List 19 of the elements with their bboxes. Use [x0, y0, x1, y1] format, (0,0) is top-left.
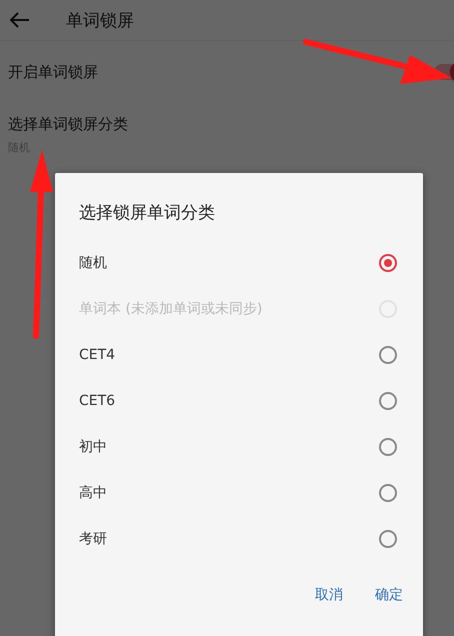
setting-label: 开启单词锁屏 — [8, 62, 98, 82]
option-label[interactable]: 初中 — [79, 438, 107, 456]
radio-button[interactable] — [379, 392, 397, 410]
option-label[interactable]: 考研 — [79, 530, 107, 548]
dialog-button[interactable]: 取消 — [305, 582, 353, 608]
option-label[interactable]: CET4 — [79, 347, 116, 363]
option-label[interactable]: CET6 — [79, 393, 116, 409]
radio-button[interactable] — [379, 530, 397, 548]
back-icon[interactable] — [10, 12, 30, 28]
radio-button[interactable] — [379, 484, 397, 502]
dialog-title: 选择锁屏单词分类 — [79, 202, 216, 224]
option-label: 单词本 (未添加单词或未同步) — [79, 300, 262, 318]
option-label[interactable]: 高中 — [79, 484, 107, 502]
option-label[interactable]: 随机 — [79, 254, 107, 272]
radio-button[interactable] — [379, 346, 397, 364]
radio-button[interactable] — [379, 254, 397, 272]
dialog-button[interactable]: 确定 — [365, 582, 413, 608]
page-title: 单词锁屏 — [66, 10, 134, 32]
radio-button[interactable] — [379, 438, 397, 456]
